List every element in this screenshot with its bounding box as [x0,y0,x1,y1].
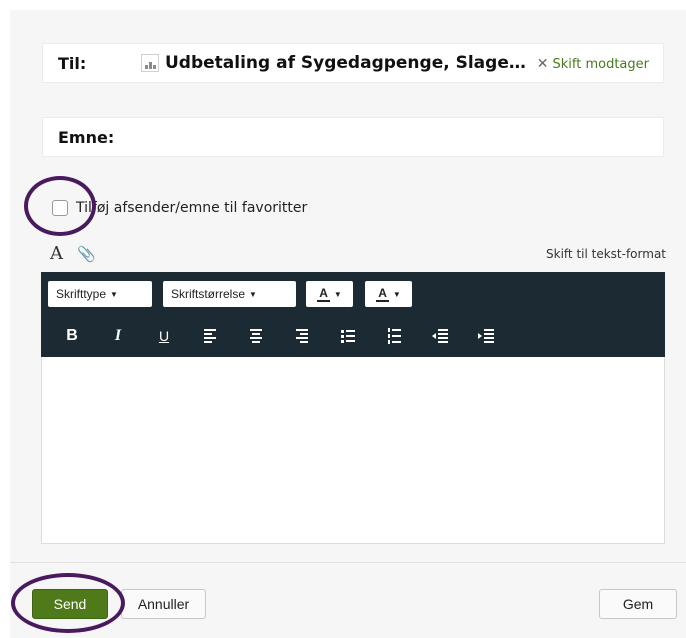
favorites-label: Tilføj afsender/emne til favoritter [76,200,308,216]
indent-button[interactable] [463,324,509,348]
italic-label: I [114,327,122,344]
align-left-icon [204,329,216,343]
font-size-label: Skriftstørrelse [171,287,246,301]
recipient: Udbetaling af Sygedagpenge, Slage… [141,53,526,73]
font-format-icon[interactable]: A [50,243,63,264]
numbered-list-icon [387,328,401,344]
align-left-button[interactable] [187,324,233,348]
font-family-label: Skrifttype [56,287,107,301]
change-recipient-label: Skift modtager [552,56,650,72]
favorites-row[interactable]: Tilføj afsender/emne til favoritter [52,200,307,216]
organization-icon [141,54,159,72]
send-button[interactable]: Send [32,589,108,619]
chevron-down-icon: ▼ [249,289,257,299]
align-right-button[interactable] [279,324,325,348]
align-center-icon [250,329,262,343]
italic-button[interactable]: I [95,324,141,348]
chevron-down-icon: ▼ [110,289,118,299]
background-color-dropdown[interactable]: A ▼ [365,281,412,307]
subject-label: Emne: [58,128,115,147]
indent-icon [478,329,494,343]
editor-toolbar: Skrifttype ▼ Skriftstørrelse ▼ A ▼ A ▼ B… [41,272,665,357]
attachment-icon[interactable]: 📎 [77,245,96,263]
bold-button[interactable]: B [49,324,95,348]
favorites-checkbox[interactable] [52,200,68,216]
outdent-icon [432,329,448,343]
font-size-dropdown[interactable]: Skriftstørrelse ▼ [163,281,296,307]
outdent-button[interactable] [417,324,463,348]
underline-label: U [158,328,170,344]
align-center-button[interactable] [233,324,279,348]
recipient-name: Udbetaling af Sygedagpenge, Slage… [165,53,526,73]
message-body-editor[interactable] [41,357,665,544]
chevron-down-icon: ▼ [333,289,342,299]
subject-field[interactable]: Emne: [42,117,664,157]
text-format-link[interactable]: Skift til tekst-format [546,247,666,261]
to-label: Til: [58,54,87,73]
bullet-list-icon [341,329,355,343]
change-recipient-link[interactable]: ✕ Skift modtager [537,56,649,72]
editor-tools: A 📎 [50,243,96,264]
font-color-dropdown[interactable]: A ▼ [306,281,353,307]
align-right-icon [296,329,308,343]
to-field: Til: Udbetaling af Sygedagpenge, Slage… … [42,43,664,83]
bold-label: B [66,327,78,344]
cancel-button[interactable]: Annuller [121,589,206,619]
font-family-dropdown[interactable]: Skrifttype ▼ [48,281,152,307]
background-color-label: A [376,286,389,302]
underline-button[interactable]: U [141,324,187,348]
close-icon: ✕ [536,56,549,72]
footer-divider [10,562,686,563]
chevron-down-icon: ▼ [392,289,401,299]
numbered-list-button[interactable] [371,324,417,348]
font-color-label: A [317,286,330,302]
save-button[interactable]: Gem [599,589,677,619]
bullet-list-button[interactable] [325,324,371,348]
format-buttons: B I U [49,324,509,348]
